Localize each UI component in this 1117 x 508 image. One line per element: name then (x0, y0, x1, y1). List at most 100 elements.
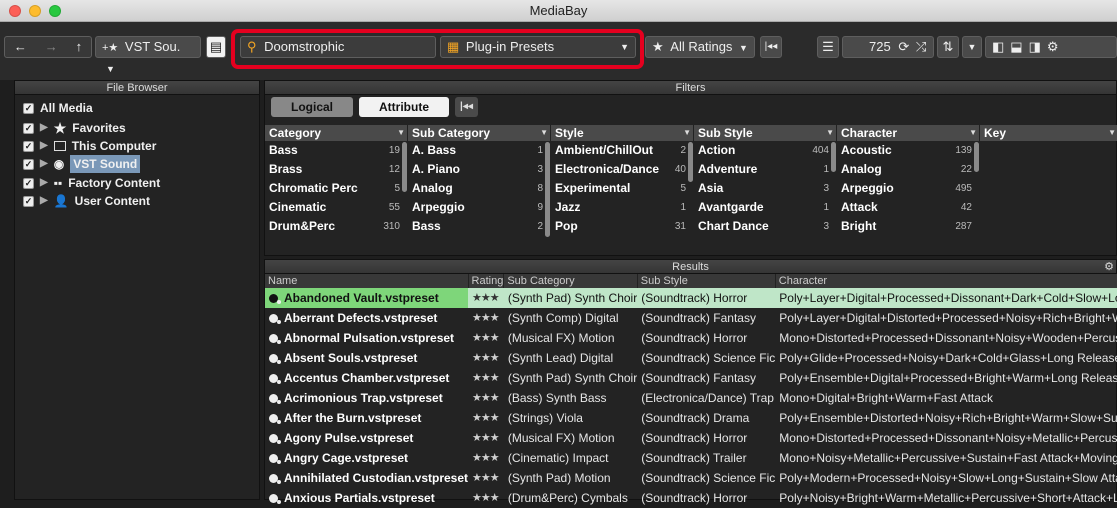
expand-arrow-icon[interactable]: ▶ (40, 155, 48, 173)
location-dropdown[interactable]: +★ VST Sou. ▼ (95, 36, 201, 74)
scrollbar[interactable] (402, 142, 407, 192)
sort-button[interactable]: ⇅ (937, 36, 959, 58)
zoom-window-button[interactable] (49, 5, 61, 17)
preset-icon (269, 373, 281, 384)
scrollbar[interactable] (974, 142, 979, 172)
filter-column-category: Category ▼ Bass 19 Brass 12 Chromatic Perc 5… (265, 125, 408, 237)
filter-row[interactable]: Ambient/ChillOut 2 (551, 141, 694, 160)
filter-row[interactable]: Adventure 1 (694, 160, 837, 179)
checkbox-icon[interactable]: ✓ (23, 122, 34, 134)
up-button[interactable]: ↑ (76, 37, 83, 57)
column-header-character[interactable]: Character (775, 274, 1117, 288)
table-row[interactable]: Acrimonious Trap.vstpreset ★★★ (Bass) Synt… (265, 388, 1117, 408)
filter-row[interactable]: Experimental 5 (551, 179, 694, 198)
tree-item-favorites[interactable]: ✓ ▶ ★ Favorites (23, 119, 126, 137)
expand-arrow-icon[interactable]: ▶ (40, 119, 48, 137)
settings-icon[interactable]: ⚙ (1047, 37, 1059, 57)
filter-row[interactable]: Bass 2 (408, 217, 551, 236)
save-location-button[interactable]: ▤ (206, 36, 226, 58)
scrollbar[interactable] (545, 142, 550, 237)
checkbox-icon[interactable]: ✓ (23, 102, 34, 114)
list-view-button[interactable]: ☰ (817, 36, 839, 58)
expand-arrow-icon[interactable]: ▶ (40, 137, 48, 155)
preset-icon (269, 393, 281, 404)
table-row[interactable]: Abandoned Vault.vstpreset ★★★ (Synth Pad… (265, 288, 1117, 308)
table-row[interactable]: Absent Souls.vstpreset ★★★ (Synth Lead) Di… (265, 348, 1117, 368)
filter-row[interactable]: Jazz 1 (551, 198, 694, 217)
rating-filter-dropdown[interactable]: ★ All Ratings ▼ (645, 36, 755, 58)
minimize-window-button[interactable] (29, 5, 41, 17)
column-header-sub-category[interactable]: Sub Category (503, 274, 638, 288)
filter-row[interactable]: Analog 22 (837, 160, 980, 179)
tree-item-user-content[interactable]: ✓ ▶ 👤 User Content (23, 192, 150, 210)
checkbox-icon[interactable]: ✓ (23, 195, 34, 207)
table-row[interactable]: Accentus Chamber.vstpreset ★★★ (Synth Pad)… (265, 368, 1117, 388)
reset-button[interactable]: |◂◂ (760, 36, 782, 58)
filter-row[interactable]: Brass 12 (265, 160, 408, 179)
filter-row[interactable]: Bass 19 (265, 141, 408, 160)
user-icon: 👤 (53, 194, 69, 208)
filter-row[interactable]: A. Piano 3 (408, 160, 551, 179)
scrollbar[interactable] (688, 142, 693, 182)
filter-column-style: Style ▼ Ambient/ChillOut 2 Electronica/Dan… (551, 125, 694, 237)
filter-row[interactable]: Acoustic 139 (837, 141, 980, 160)
filter-row[interactable]: Avantgarde 1 (694, 198, 837, 217)
tree-item-this-computer[interactable]: ✓ ▶ This Computer (23, 137, 156, 155)
shuffle-icon[interactable]: ⤮ (916, 39, 926, 54)
column-header-rating[interactable]: Rating (468, 274, 505, 288)
list-icon: ☰ (822, 39, 834, 54)
filter-column-character: Character ▼ Acoustic 139 Analog 22 Arpeggio… (837, 125, 980, 237)
tab-attribute[interactable]: Attribute (359, 97, 450, 117)
filter-row[interactable]: Pop 31 (551, 217, 694, 236)
expand-arrow-icon[interactable]: ▶ (40, 174, 48, 192)
filter-row[interactable]: Arpeggio 9 (408, 198, 551, 217)
scrollbar[interactable] (831, 142, 836, 172)
forward-button[interactable]: → (45, 37, 58, 57)
column-header[interactable]: Sub Style ▼ (694, 125, 837, 141)
layout-right-icon[interactable]: ◨ (1029, 37, 1041, 57)
filter-row[interactable]: Chromatic Perc 5 (265, 179, 408, 198)
filter-row[interactable]: A. Bass 1 (408, 141, 551, 160)
table-row[interactable]: Annihilated Custodian.vstpreset ★★★ (Synth… (265, 468, 1117, 488)
column-header-name[interactable]: Name (265, 274, 469, 288)
column-header[interactable]: Character ▼ (837, 125, 980, 141)
tree-item-vst-sound[interactable]: ✓ ▶ ◉ VST Sound (23, 155, 141, 173)
computer-icon (53, 141, 66, 151)
expand-arrow-icon[interactable]: ▶ (40, 192, 48, 210)
tree-item-all-media[interactable]: ✓ All Media (23, 99, 93, 117)
filter-row[interactable]: Analog 8 (408, 179, 551, 198)
table-row[interactable]: Abnormal Pulsation.vstpreset ★★★ (Musical … (265, 328, 1117, 348)
table-row[interactable]: Anxious Partials.vstpreset ★★★ (Drum&Perc)… (265, 488, 1117, 508)
checkbox-icon[interactable]: ✓ (23, 158, 34, 170)
filter-row[interactable]: Drum&Perc 310 (265, 217, 408, 236)
column-header-sub-style[interactable]: Sub Style (637, 274, 776, 288)
close-window-button[interactable] (9, 5, 21, 17)
filter-row[interactable]: Action 404 (694, 141, 837, 160)
column-header[interactable]: Key ▼ (980, 125, 1117, 141)
table-row[interactable]: Angry Cage.vstpreset ★★★ (Cinematic) Impac… (265, 448, 1117, 468)
reset-filters-button[interactable]: |◂◂ (455, 97, 478, 117)
table-row[interactable]: Aberrant Defects.vstpreset ★★★ (Synth Comp… (265, 308, 1117, 328)
checkbox-icon[interactable]: ✓ (23, 177, 34, 189)
filter-row[interactable]: Attack 42 (837, 198, 980, 217)
filter-row[interactable]: Chart Dance 3 (694, 217, 837, 236)
layout-left-icon[interactable]: ◧ (992, 37, 1004, 57)
filter-row[interactable]: Electronica/Dance 40 (551, 160, 694, 179)
layout-bottom-icon[interactable]: ⬓ (1010, 37, 1022, 57)
back-button[interactable]: ← (14, 37, 27, 57)
filter-row[interactable]: Arpeggio 495 (837, 179, 980, 198)
column-header[interactable]: Sub Category ▼ (408, 125, 551, 141)
column-header[interactable]: Style ▼ (551, 125, 694, 141)
column-header[interactable]: Category ▼ (265, 125, 408, 141)
view-options-dropdown[interactable]: ▼ (962, 36, 982, 58)
filter-row[interactable]: Cinematic 55 (265, 198, 408, 217)
filter-row[interactable]: Bright 287 (837, 217, 980, 236)
table-row[interactable]: Agony Pulse.vstpreset ★★★ (Musical FX) Mot… (265, 428, 1117, 448)
tab-logical[interactable]: Logical (271, 97, 354, 117)
filter-row[interactable]: Asia 3 (694, 179, 837, 198)
checkbox-icon[interactable]: ✓ (23, 140, 34, 152)
results-settings-icon[interactable]: ⚙ (1104, 260, 1114, 274)
table-row[interactable]: After the Burn.vstpreset ★★★ (Strings) Vio… (265, 408, 1117, 428)
tree-item-factory-content[interactable]: ✓ ▶ ▪▪ Factory Content (23, 174, 160, 192)
rescan-icon[interactable]: ⟳ (898, 39, 909, 54)
